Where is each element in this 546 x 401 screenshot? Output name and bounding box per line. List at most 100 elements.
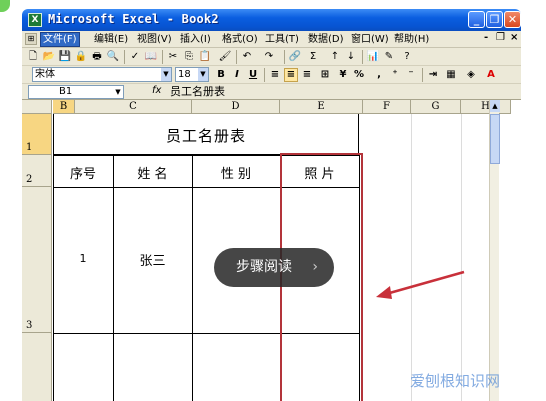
increase-decimal-icon[interactable]: ⁺ bbox=[388, 68, 402, 82]
bold-button[interactable]: B bbox=[214, 68, 228, 82]
hyperlink-icon[interactable]: 🔗 bbox=[288, 50, 302, 64]
menu-file[interactable]: 文件(F) bbox=[40, 32, 80, 47]
chevron-down-icon[interactable]: ▼ bbox=[161, 68, 171, 81]
doc-minimize-button[interactable]: - bbox=[484, 32, 488, 43]
close-button[interactable]: ✕ bbox=[504, 11, 521, 28]
table-border bbox=[113, 155, 114, 401]
scroll-up-icon[interactable]: ▲ bbox=[490, 100, 500, 112]
red-arrow-icon bbox=[376, 270, 465, 299]
column-header-d[interactable]: D bbox=[192, 100, 280, 114]
chart-wizard-icon[interactable]: 📊 bbox=[366, 50, 380, 64]
print-icon[interactable]: 🖶 bbox=[90, 50, 104, 64]
open-icon[interactable]: 📂 bbox=[42, 50, 56, 64]
italic-button[interactable]: I bbox=[230, 68, 244, 82]
name-box[interactable]: B1 ▼ bbox=[28, 85, 124, 99]
redo-icon[interactable]: ↷ bbox=[262, 50, 276, 64]
menu-tools[interactable]: 工具(T) bbox=[263, 32, 301, 47]
column-header-f[interactable]: F bbox=[363, 100, 411, 114]
permission-icon[interactable]: 🔒 bbox=[74, 50, 88, 64]
chevron-down-icon[interactable]: ▼ bbox=[113, 86, 123, 98]
gridline bbox=[461, 114, 462, 401]
row-header-2[interactable]: 2 bbox=[22, 155, 52, 187]
chevron-down-icon[interactable]: ▼ bbox=[198, 68, 208, 81]
scroll-thumb[interactable] bbox=[490, 114, 500, 164]
row-number: 1 bbox=[26, 142, 33, 153]
column-header-g[interactable]: G bbox=[411, 100, 461, 114]
menu-insert[interactable]: 插入(I) bbox=[178, 32, 213, 47]
sheet-title: 员工名册表 bbox=[165, 127, 246, 145]
align-center-icon[interactable]: ≡ bbox=[284, 68, 298, 82]
row-header-1[interactable]: 1 bbox=[22, 114, 52, 155]
vertical-scrollbar[interactable]: ▲ bbox=[489, 100, 500, 401]
formula-bar: B1 ▼ fx 员工名册表 bbox=[22, 84, 521, 100]
cut-icon[interactable]: ✂ bbox=[166, 50, 180, 64]
menu-window[interactable]: 窗口(W) bbox=[349, 32, 391, 47]
menu-grip-icon: ⊞ bbox=[25, 33, 37, 45]
watermark: 爱刨根知识网 bbox=[410, 372, 501, 390]
title-bar: X Microsoft Excel - Book2 _ ❐ ✕ bbox=[22, 9, 521, 31]
cell-number: 1 bbox=[79, 252, 87, 265]
row-header-3[interactable]: 3 bbox=[22, 187, 52, 333]
column-header-h[interactable]: H bbox=[461, 100, 511, 114]
format-painter-icon[interactable]: 🖌 bbox=[218, 50, 232, 64]
menu-data[interactable]: 数据(D) bbox=[306, 32, 346, 47]
spelling-icon[interactable]: ✓ bbox=[128, 50, 142, 64]
function-icon[interactable]: fx bbox=[152, 85, 161, 96]
font-size-select[interactable]: 18 ▼ bbox=[175, 67, 209, 82]
percent-button[interactable]: % bbox=[352, 68, 366, 82]
menu-bar: ⊞ 文件(F) 编辑(E) 视图(V) 插入(I) 格式(O) 工具(T) 数据… bbox=[22, 31, 521, 48]
research-icon[interactable]: 📖 bbox=[144, 50, 158, 64]
menu-help[interactable]: 帮助(H) bbox=[392, 32, 431, 47]
table-border bbox=[192, 155, 193, 401]
comma-button[interactable]: , bbox=[372, 68, 386, 82]
toolbar-separator bbox=[284, 50, 285, 64]
align-right-icon[interactable]: ≡ bbox=[300, 68, 314, 82]
menu-view[interactable]: 视图(V) bbox=[135, 32, 174, 47]
menu-edit[interactable]: 编辑(E) bbox=[92, 32, 130, 47]
column-header-b[interactable]: B bbox=[53, 100, 75, 114]
formula-input[interactable]: 员工名册表 bbox=[170, 84, 225, 99]
save-icon[interactable]: 💾 bbox=[58, 50, 72, 64]
undo-icon[interactable]: ↶ bbox=[240, 50, 254, 64]
select-all-corner[interactable] bbox=[22, 100, 52, 114]
help-icon[interactable]: ? bbox=[400, 50, 414, 64]
fill-color-icon[interactable]: ◈ bbox=[464, 68, 478, 82]
doc-restore-button[interactable]: ❐ bbox=[496, 32, 505, 43]
header-number: 序号 bbox=[69, 167, 96, 182]
sort-ascending-icon[interactable]: ↑ bbox=[328, 50, 342, 64]
table-border bbox=[53, 155, 54, 401]
column-header-e[interactable]: E bbox=[280, 100, 363, 114]
row-header-4[interactable] bbox=[22, 333, 52, 401]
align-left-icon[interactable]: ≡ bbox=[268, 68, 282, 82]
right-margin bbox=[521, 0, 546, 401]
restore-button[interactable]: ❐ bbox=[486, 11, 503, 28]
sort-descending-icon[interactable]: ↓ bbox=[344, 50, 358, 64]
title-cell[interactable]: 员工名册表 bbox=[53, 114, 359, 155]
menu-format[interactable]: 格式(O) bbox=[220, 32, 260, 47]
underline-button[interactable]: U bbox=[246, 68, 260, 82]
header-name: 姓 名 bbox=[137, 167, 168, 182]
font-color-icon[interactable]: A bbox=[484, 68, 498, 82]
font-name-value: 宋体 bbox=[35, 69, 55, 80]
currency-icon[interactable]: ¥ bbox=[336, 68, 350, 82]
excel-app-icon[interactable]: X bbox=[28, 13, 42, 27]
cell-name: 张三 bbox=[139, 254, 166, 269]
drawing-icon[interactable]: ✎ bbox=[382, 50, 396, 64]
toolbar-separator bbox=[236, 50, 237, 64]
step-reading-button[interactable]: 步骤阅读 › bbox=[214, 248, 334, 287]
decrease-decimal-icon[interactable]: ⁻ bbox=[404, 68, 418, 82]
new-icon[interactable]: 🗋 bbox=[26, 50, 40, 64]
paste-icon[interactable]: 📋 bbox=[198, 50, 212, 64]
minimize-button[interactable]: _ bbox=[468, 11, 485, 28]
copy-icon[interactable]: ⎘ bbox=[182, 50, 196, 64]
doc-close-button[interactable]: × bbox=[510, 32, 518, 43]
formatting-toolbar: 宋体 ▼ 18 ▼ B I U ≡ ≡ ≡ ⊞ ¥ % , ⁺ ⁻ ⇥ ▦ ◈ … bbox=[22, 66, 521, 84]
autosum-icon[interactable]: Σ bbox=[306, 50, 320, 64]
column-header-c[interactable]: C bbox=[75, 100, 192, 114]
borders-icon[interactable]: ▦ bbox=[444, 68, 458, 82]
merge-center-icon[interactable]: ⊞ bbox=[318, 68, 332, 82]
standard-toolbar: 🗋 📂 💾 🔒 🖶 🔍 ✓ 📖 ✂ ⎘ 📋 🖌 ↶ ↷ 🔗 Σ ↑ ↓ 📊 ✎ … bbox=[22, 48, 521, 66]
print-preview-icon[interactable]: 🔍 bbox=[106, 50, 120, 64]
font-name-select[interactable]: 宋体 ▼ bbox=[32, 67, 172, 82]
indent-icon[interactable]: ⇥ bbox=[426, 68, 440, 82]
